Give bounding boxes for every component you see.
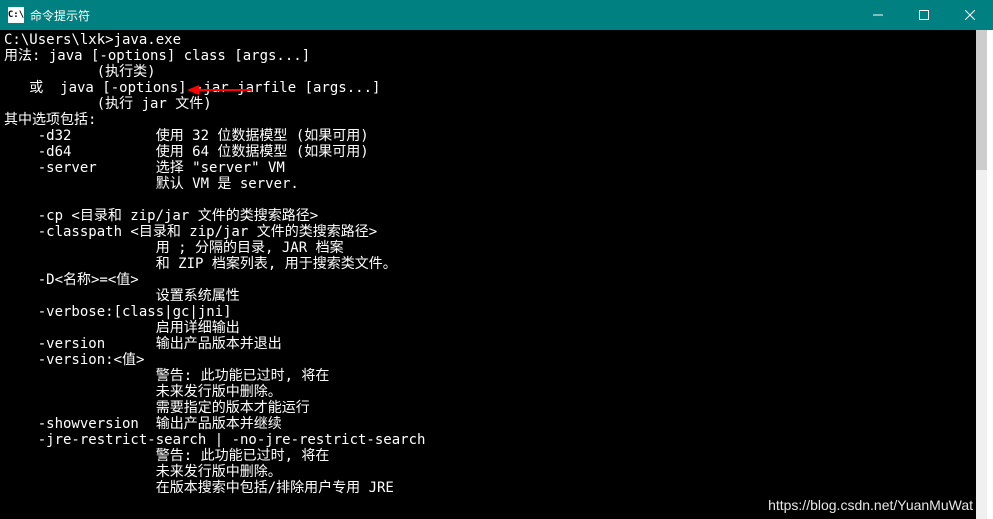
output-line: 用法: java [-options] class [args...] (4, 48, 310, 64)
output-line: 警告: 此功能已过时, 将在 (4, 448, 329, 464)
cmd-icon: C:\ (8, 7, 24, 23)
output-line: -cp <目录和 zip/jar 文件的类搜索路径> (4, 208, 318, 224)
output-line: 或 java [-options] -jar jarfile [args...] (4, 80, 380, 96)
output-line: 默认 VM 是 server. (4, 176, 299, 192)
prompt-text: C:\Users\lxk> (4, 32, 114, 48)
window-controls (855, 0, 993, 30)
output-line: -version:<值> (4, 352, 144, 368)
output-line: 未来发行版中删除。 (4, 384, 282, 400)
output-line: -D<名称>=<值> (4, 272, 139, 288)
output-line: 需要指定的版本才能运行 (4, 400, 310, 416)
command-text: java.exe (114, 32, 181, 48)
output-line: -d32 使用 32 位数据模型 (如果可用) (4, 128, 369, 144)
output-line: -classpath <目录和 zip/jar 文件的类搜索路径> (4, 224, 377, 240)
output-line: -server 选择 "server" VM (4, 160, 285, 176)
right-edge-strip (987, 30, 993, 519)
window-title: 命令提示符 (30, 7, 855, 24)
output-line: 启用详细输出 (4, 320, 240, 336)
output-line: -version 输出产品版本并退出 (4, 336, 282, 352)
output-line: 其中选项包括: (4, 112, 96, 128)
close-button[interactable] (947, 0, 993, 30)
output-line: (执行类) (4, 64, 156, 80)
output-line: 和 ZIP 档案列表, 用于搜索类文件。 (4, 256, 397, 272)
output-line: 未来发行版中删除。 (4, 464, 282, 480)
output-line: 警告: 此功能已过时, 将在 (4, 368, 329, 384)
titlebar: C:\ 命令提示符 (0, 0, 993, 30)
output-line: 设置系统属性 (4, 288, 240, 304)
maximize-button[interactable] (901, 0, 947, 30)
output-line: -showversion 输出产品版本并继续 (4, 416, 282, 432)
minimize-button[interactable] (855, 0, 901, 30)
output-line: -verbose:[class|gc|jni] (4, 304, 232, 320)
output-line: -jre-restrict-search | -no-jre-restrict-… (4, 432, 425, 448)
output-line: 用 ; 分隔的目录, JAR 档案 (4, 240, 344, 256)
output-line: 在版本搜索中包括/排除用户专用 JRE (4, 480, 394, 496)
output-line: (执行 jar 文件) (4, 96, 212, 112)
terminal-container: C:\Users\lxk>java.exe 用法: java [-options… (0, 30, 993, 519)
terminal-output[interactable]: C:\Users\lxk>java.exe 用法: java [-options… (0, 30, 976, 519)
watermark-text: https://blog.csdn.net/YuanMuWat (768, 497, 973, 513)
output-line: -d64 使用 64 位数据模型 (如果可用) (4, 144, 369, 160)
